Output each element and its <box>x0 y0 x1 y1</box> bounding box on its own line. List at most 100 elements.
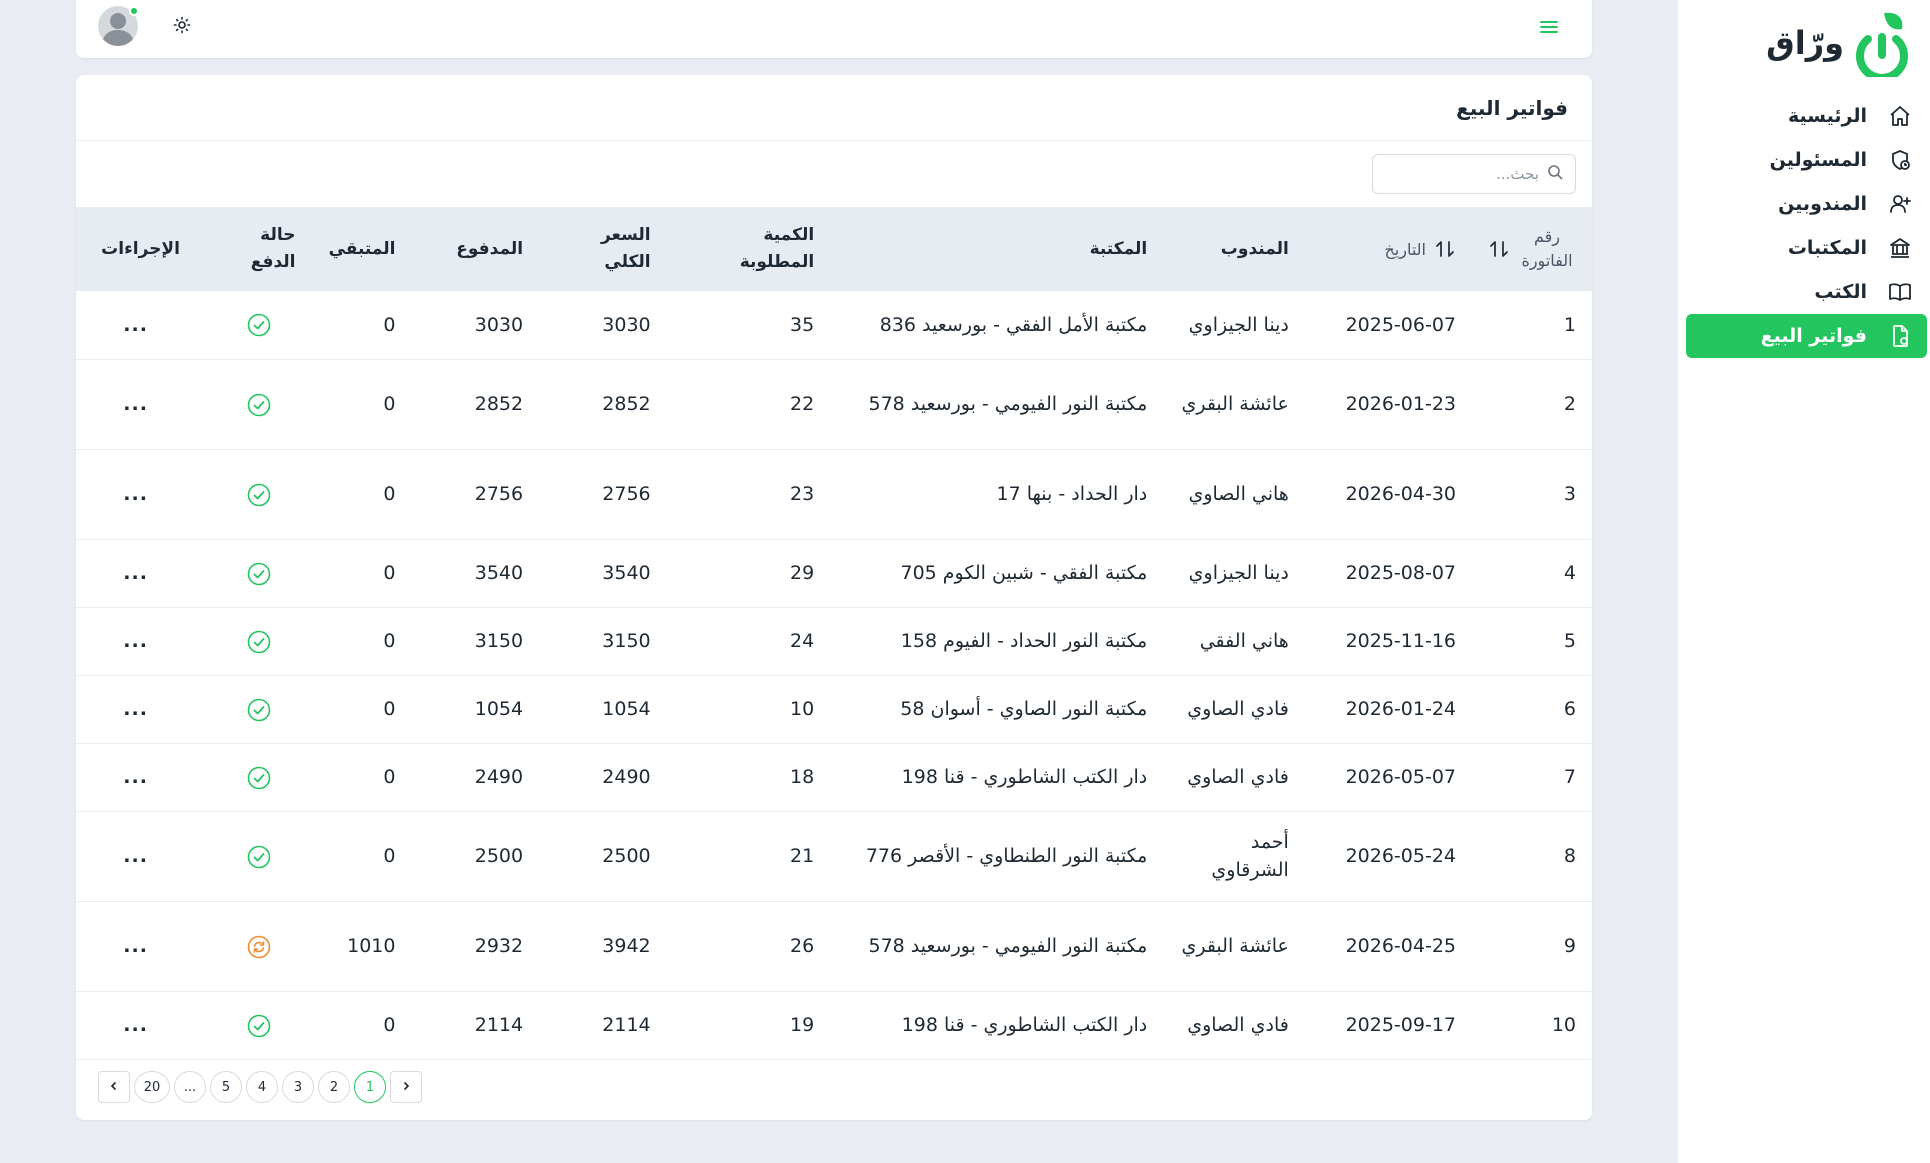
qty-cell: 22 <box>666 359 831 450</box>
pagination-ellipsis: ... <box>174 1071 206 1103</box>
date-cell: 2026-05-24 <box>1304 811 1472 902</box>
invoice-no-cell: 3 <box>1472 449 1592 540</box>
col-remaining: المتبقي <box>328 238 396 259</box>
pagination-page-1[interactable]: 1 <box>354 1071 386 1103</box>
row-actions-button[interactable]: ... <box>123 1014 148 1036</box>
library-cell: مكتبة النور الفيومي - بورسعيد 578 <box>830 359 1164 450</box>
table-row: 9 2026-04-25 عائشة البقري مكتبة النور الفيو… <box>76 901 1592 992</box>
row-actions-button[interactable]: ... <box>123 766 148 788</box>
agent-cell: هاني الصاوي <box>1163 449 1305 540</box>
book-open-icon <box>1887 279 1913 305</box>
sun-icon <box>173 16 191 38</box>
paid-cell: 2490 <box>411 743 540 812</box>
total-cell: 2756 <box>539 449 667 540</box>
sidebar-item-agents[interactable]: المندوبين <box>1686 182 1927 226</box>
pagination-prev-button[interactable] <box>390 1071 422 1103</box>
invoice-no-cell: 2 <box>1472 359 1592 450</box>
col-header-label: حالة الدفع <box>250 225 296 272</box>
page-title: فواتير البيع <box>1456 95 1568 120</box>
paid-check-circle-icon <box>247 766 270 789</box>
remaining-cell: 1010 <box>311 901 412 992</box>
remaining-cell: 0 <box>311 607 412 676</box>
actions-cell: ... <box>76 675 196 744</box>
library-cell: مكتبة النور الطنطاوي - الأقصر 776 <box>830 811 1164 902</box>
search-input[interactable] <box>1389 165 1539 183</box>
col-invoice-no[interactable]: رقم الفاتورة <box>1472 207 1592 291</box>
pagination-page-2[interactable]: 2 <box>318 1071 350 1103</box>
date-cell: 2026-01-24 <box>1304 675 1472 744</box>
qty-cell: 24 <box>666 607 831 676</box>
table-row: 2 2026-01-23 عائشة البقري مكتبة النور الفيو… <box>76 359 1592 450</box>
agent-cell: فادي الصاوي <box>1163 743 1305 812</box>
actions-cell: ... <box>76 291 196 360</box>
col-date[interactable]: التاريخ <box>1305 207 1472 291</box>
sidebar-item-books[interactable]: الكتب <box>1686 270 1927 314</box>
col-total: السعر الكلي <box>539 207 667 291</box>
sidebar-item-label: فواتير البيع <box>1760 325 1867 347</box>
search-icon <box>1547 164 1563 184</box>
date-cell: 2025-11-16 <box>1304 607 1472 676</box>
paid-cell: 1054 <box>411 675 540 744</box>
table-row: 5 2025-11-16 هاني الفقي مكتبة النور الحداد … <box>76 607 1592 676</box>
pagination-page-20[interactable]: 20 <box>134 1071 170 1103</box>
pagination-page-3[interactable]: 3 <box>282 1071 314 1103</box>
row-actions-button[interactable]: ... <box>123 845 148 867</box>
library-cell: مكتبة الأمل الفقي - بورسعيد 836 <box>830 291 1164 360</box>
online-status-dot <box>129 6 139 16</box>
menu-toggle-button[interactable] <box>1536 16 1562 42</box>
brand-logo[interactable]: ورّاق <box>1766 8 1910 82</box>
sidebar-nav: الرئيسية المسئولين المندوبين المكتبات ال… <box>1678 94 1930 358</box>
table-row: 3 2026-04-30 هاني الصاوي دار الحداد - بنها … <box>76 449 1592 540</box>
library-cell: دار الكتب الشاطوري - قنا 198 <box>830 991 1164 1060</box>
remaining-cell: 0 <box>311 675 412 744</box>
sort-icon[interactable] <box>1434 238 1456 260</box>
invoice-no-cell: 9 <box>1472 901 1592 992</box>
row-actions-button[interactable]: ... <box>123 630 148 652</box>
row-actions-button[interactable]: ... <box>123 698 148 720</box>
home-icon <box>1887 103 1913 129</box>
brand-logo-icon <box>1854 9 1910 82</box>
row-actions-button[interactable]: ... <box>123 393 148 415</box>
sidebar-item-home[interactable]: الرئيسية <box>1686 94 1927 138</box>
total-cell: 2490 <box>539 743 667 812</box>
row-actions-button[interactable]: ... <box>123 483 148 505</box>
col-actions: الإجراءات <box>101 238 180 259</box>
sidebar-item-sales-invoices[interactable]: فواتير البيع <box>1686 314 1927 358</box>
actions-cell: ... <box>76 359 196 450</box>
qty-cell: 23 <box>666 449 831 540</box>
partial-refresh-circle-icon <box>247 935 270 958</box>
qty-cell: 29 <box>666 539 831 608</box>
table-row: 10 2025-09-17 فادي الصاوي دار الكتب الشاطور… <box>76 991 1592 1060</box>
pagination-page-5[interactable]: 5 <box>210 1071 242 1103</box>
row-actions-button[interactable]: ... <box>123 562 148 584</box>
sidebar-item-admins[interactable]: المسئولين <box>1686 138 1927 182</box>
qty-cell: 18 <box>666 743 831 812</box>
invoices-table: رقم الفاتورة التاريخ المندوب المكتبة الك… <box>76 207 1592 1060</box>
col-library: المكتبة <box>1089 238 1148 259</box>
paid-check-circle-icon <box>247 1014 270 1037</box>
row-actions-button[interactable]: ... <box>123 314 148 336</box>
table-row: 6 2026-01-24 فادي الصاوي مكتبة النور الصاوي… <box>76 675 1592 744</box>
col-header-label: الكمية المطلوبة <box>739 225 815 272</box>
sidebar-item-label: المسئولين <box>1769 149 1867 171</box>
date-cell: 2026-05-07 <box>1304 743 1472 812</box>
pagination-next-button[interactable] <box>98 1071 130 1103</box>
pagination-page-4[interactable]: 4 <box>246 1071 278 1103</box>
remaining-cell: 0 <box>311 811 412 902</box>
sidebar-item-label: الرئيسية <box>1788 105 1867 127</box>
table-header-row: رقم الفاتورة التاريخ المندوب المكتبة الك… <box>76 207 1592 291</box>
theme-toggle-button[interactable] <box>170 15 194 39</box>
sort-icon[interactable] <box>1488 238 1510 260</box>
actions-cell: ... <box>76 449 196 540</box>
paid-check-circle-icon <box>247 845 270 868</box>
paid-cell: 3540 <box>411 539 540 608</box>
actions-cell: ... <box>76 901 196 992</box>
row-actions-button[interactable]: ... <box>123 935 148 957</box>
qty-cell: 21 <box>666 811 831 902</box>
total-cell: 3540 <box>539 539 667 608</box>
library-cell: مكتبة النور الفيومي - بورسعيد 578 <box>830 901 1164 992</box>
invoice-no-cell: 7 <box>1472 743 1592 812</box>
status-cell <box>195 811 312 902</box>
sidebar-item-libraries[interactable]: المكتبات <box>1686 226 1927 270</box>
invoices-card: فواتير البيع رقم الفاتورة التاريخ <box>76 75 1592 1120</box>
